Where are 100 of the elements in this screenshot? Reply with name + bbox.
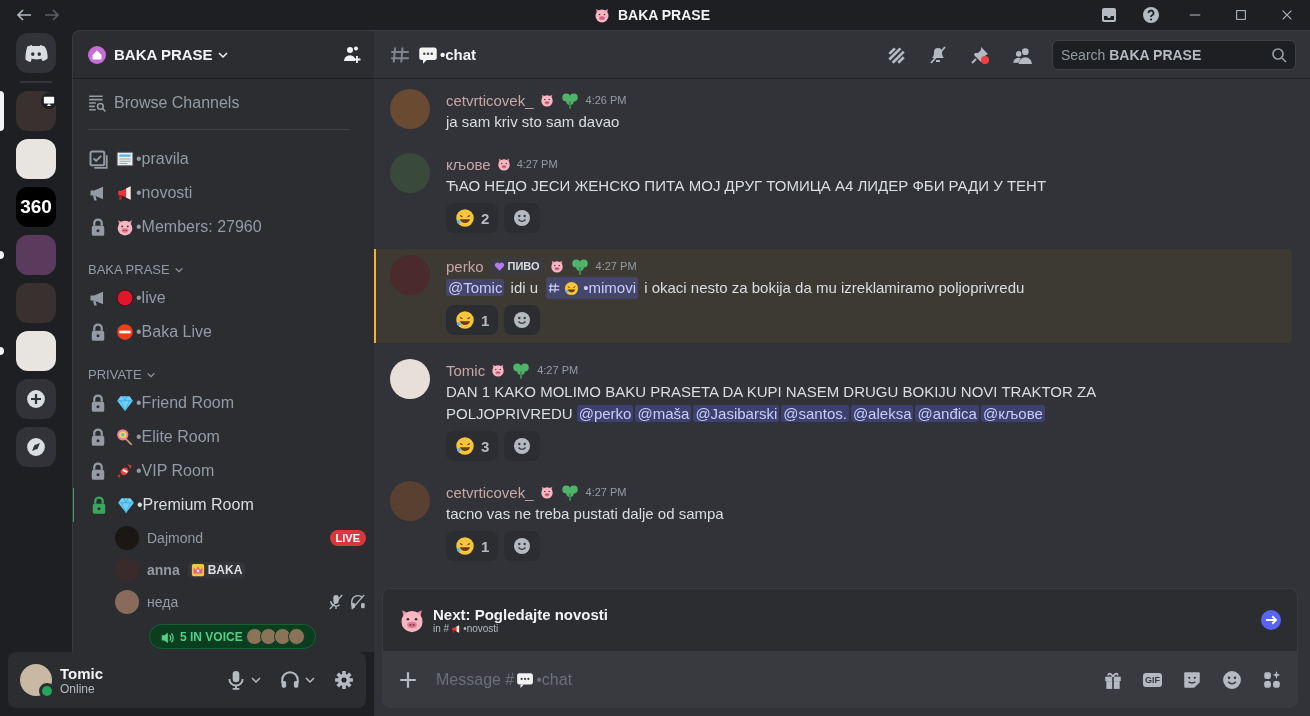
user-status: Online bbox=[60, 681, 96, 696]
candy-icon bbox=[116, 462, 134, 480]
user-mention[interactable]: @Jasibarski bbox=[693, 405, 780, 422]
author-name[interactable]: Tomic bbox=[446, 361, 486, 379]
user-avatar[interactable] bbox=[20, 664, 52, 696]
message-text: tacno vas ne treba pustati dalje od sampa bbox=[446, 504, 725, 524]
add-server-button[interactable] bbox=[16, 379, 56, 419]
heart-icon bbox=[493, 260, 505, 272]
voice-member[interactable]: Dajmond LIVE bbox=[73, 522, 374, 554]
channel-item[interactable]: •pravila bbox=[73, 142, 374, 176]
search-field[interactable]: Search BAKA PRASE bbox=[1052, 39, 1296, 70]
author-name[interactable]: кљове bbox=[446, 155, 491, 173]
back-arrow-icon[interactable] bbox=[16, 7, 32, 23]
muted-bell-icon[interactable] bbox=[928, 44, 948, 65]
add-reaction-button[interactable] bbox=[504, 431, 541, 461]
plus-icon[interactable] bbox=[398, 670, 418, 690]
user-mention[interactable]: @maša bbox=[635, 405, 692, 422]
gif-button[interactable]: GIF bbox=[1143, 673, 1162, 687]
user-mention[interactable]: @aleksa bbox=[850, 405, 914, 422]
gift-icon[interactable] bbox=[1103, 670, 1123, 690]
inbox-icon[interactable] bbox=[1100, 6, 1118, 24]
emoji-icon[interactable] bbox=[1222, 670, 1242, 690]
add-reaction-button[interactable] bbox=[504, 203, 541, 233]
gem-icon bbox=[117, 496, 135, 514]
sticker-icon[interactable] bbox=[1182, 670, 1202, 690]
add-reaction-button[interactable] bbox=[504, 305, 541, 335]
user-mention[interactable]: @кљове bbox=[980, 405, 1045, 422]
category-header[interactable]: BAKA PRASE bbox=[73, 244, 184, 281]
channel-item[interactable]: •Members: 27960 bbox=[73, 210, 374, 244]
pig-face-icon bbox=[496, 157, 511, 171]
user-mention[interactable]: @Tomic bbox=[446, 279, 505, 296]
banner-channel: •novosti bbox=[463, 623, 499, 634]
home-button[interactable] bbox=[16, 33, 56, 73]
member-name: неда bbox=[147, 594, 179, 610]
user-mention[interactable]: @perko bbox=[576, 405, 634, 422]
maximize-icon[interactable] bbox=[1234, 8, 1248, 22]
add-reaction-button[interactable] bbox=[504, 531, 541, 561]
live-badge: LIVE bbox=[329, 530, 366, 546]
author-name[interactable]: perko bbox=[446, 257, 484, 275]
megaphone-icon bbox=[451, 623, 462, 634]
channel-item[interactable]: •VIP Room bbox=[73, 454, 374, 488]
laughing-face-icon bbox=[564, 280, 580, 296]
username: Tomic bbox=[60, 664, 105, 682]
reaction-button[interactable]: 1 bbox=[446, 305, 499, 335]
smile-icon bbox=[513, 537, 532, 555]
reaction-button[interactable]: 3 bbox=[446, 431, 499, 461]
apps-icon[interactable] bbox=[1262, 670, 1282, 690]
headphones-icon[interactable] bbox=[280, 670, 300, 690]
author-name[interactable]: cetvrticovek_ bbox=[446, 483, 534, 501]
pig-face-icon bbox=[399, 607, 425, 633]
channel-item[interactable]: •novosti bbox=[73, 176, 374, 210]
user-avatar[interactable] bbox=[390, 359, 430, 399]
invite-people-icon[interactable] bbox=[342, 44, 362, 65]
laughing-face-icon bbox=[455, 208, 475, 228]
laughing-face-icon bbox=[455, 310, 475, 330]
browse-channels-item[interactable]: Browse Channels bbox=[73, 85, 374, 121]
server-name-button[interactable]: BAKA PRASE bbox=[114, 46, 334, 63]
voice-member[interactable]: anna BAKA bbox=[73, 554, 374, 586]
megaphone-icon bbox=[116, 184, 134, 202]
voice-member[interactable]: неда bbox=[73, 586, 374, 618]
settings-icon[interactable] bbox=[334, 670, 354, 690]
avatar bbox=[115, 526, 139, 550]
smile-icon bbox=[513, 437, 532, 455]
close-icon[interactable] bbox=[1280, 8, 1294, 22]
timestamp: 4:27 PM bbox=[585, 486, 627, 498]
chevron-down-icon[interactable] bbox=[304, 674, 316, 686]
channel-item[interactable]: •live bbox=[73, 281, 374, 315]
category-header[interactable]: PRIVATE bbox=[73, 349, 156, 386]
server-icon[interactable]: 360 bbox=[16, 187, 56, 227]
reaction-button[interactable]: 2 bbox=[446, 203, 499, 233]
next-channel-banner[interactable]: Next: Pogledajte novosti in # •novosti bbox=[382, 588, 1298, 652]
search-icon bbox=[1271, 46, 1287, 63]
server-icon[interactable] bbox=[16, 91, 56, 131]
in-voice-pill[interactable]: 5 IN VOICE bbox=[149, 624, 316, 649]
online-status-dot bbox=[39, 683, 55, 699]
author-name[interactable]: cetvrticovek_ bbox=[446, 91, 534, 109]
list-search-icon bbox=[88, 94, 106, 112]
chevron-down-icon[interactable] bbox=[250, 674, 262, 686]
discover-button[interactable] bbox=[16, 427, 56, 467]
pin-icon[interactable] bbox=[970, 44, 990, 65]
reaction-button[interactable]: 1 bbox=[446, 531, 499, 561]
smile-icon bbox=[513, 311, 532, 329]
channel-item[interactable]: •Baka Live bbox=[73, 315, 374, 349]
threads-icon[interactable] bbox=[886, 44, 906, 65]
server-icon[interactable] bbox=[16, 139, 56, 179]
banner-title: Next: Pogledajte novosti bbox=[433, 606, 610, 623]
role-tag-label: ПИВО bbox=[507, 260, 540, 272]
forward-arrow-icon[interactable] bbox=[44, 7, 60, 23]
user-mention[interactable]: @anđica bbox=[915, 405, 979, 422]
window-title: BAKA PRASE bbox=[617, 7, 710, 23]
lollipop-icon bbox=[116, 428, 134, 446]
channel-item[interactable]: •Elite Room bbox=[73, 420, 374, 454]
channel-item[interactable]: •Friend Room bbox=[73, 386, 374, 420]
help-icon[interactable] bbox=[1142, 6, 1160, 24]
arrow-right-icon[interactable] bbox=[1261, 610, 1281, 630]
no-entry-icon bbox=[116, 323, 134, 341]
server-icon[interactable] bbox=[16, 331, 56, 371]
user-mention[interactable]: @santos. bbox=[781, 405, 849, 422]
channel-mention[interactable]: •mimovi bbox=[546, 277, 638, 299]
microphone-icon[interactable] bbox=[226, 670, 246, 690]
